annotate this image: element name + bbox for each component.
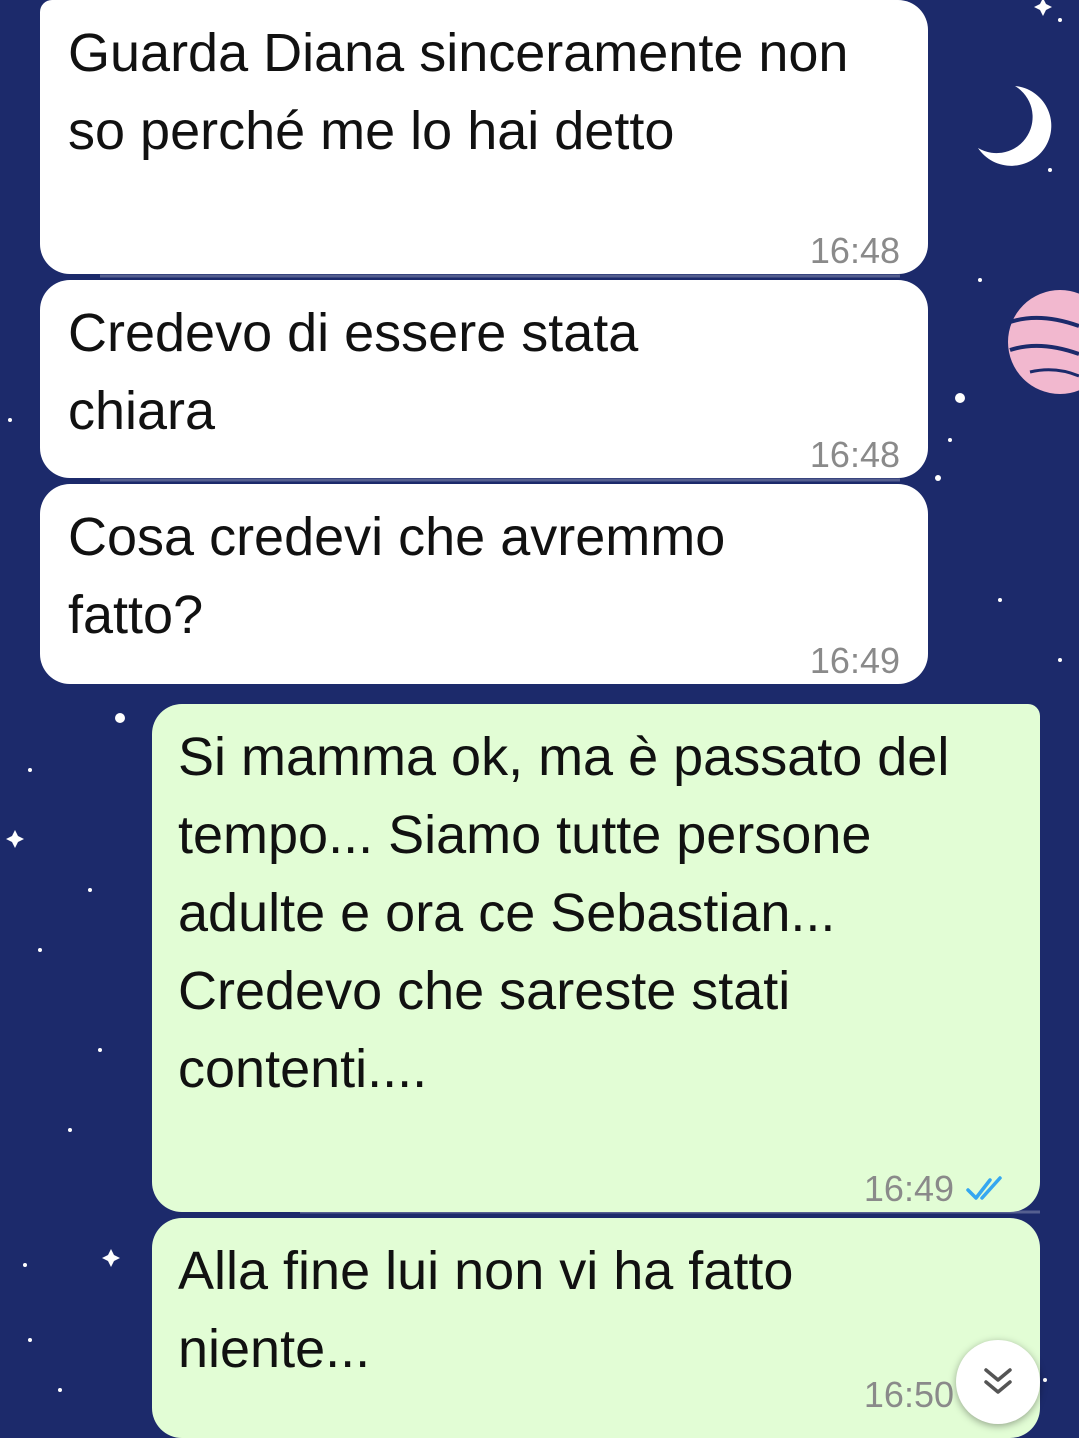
incoming-message[interactable]: Cosa credevi che avremmo fatto? 16:49 bbox=[40, 484, 928, 684]
incoming-message[interactable]: Credevo di essere stata chiara 16:48 bbox=[40, 280, 928, 478]
incoming-message[interactable]: Guarda Diana sinceramente non so perché … bbox=[40, 0, 928, 274]
message-meta: 16:48 bbox=[810, 212, 900, 290]
message-text: Si mamma ok, ma è passato del tempo... S… bbox=[178, 727, 950, 1099]
double-chevron-down-icon bbox=[984, 1368, 1012, 1394]
outgoing-message[interactable]: Alla fine lui non vi ha fatto niente... … bbox=[152, 1218, 1040, 1438]
message-time: 16:49 bbox=[809, 640, 900, 681]
message-time: 16:48 bbox=[809, 434, 900, 475]
message-text: Guarda Diana sinceramente non so perché … bbox=[68, 23, 849, 161]
double-check-read-icon bbox=[966, 1176, 1002, 1200]
message-time: 16:50 bbox=[863, 1374, 954, 1415]
message-time: 16:48 bbox=[809, 230, 900, 271]
message-meta: 16:50 bbox=[864, 1356, 954, 1434]
message-text: Cosa credevi che avremmo fatto? bbox=[68, 507, 726, 645]
message-meta: 16:49 bbox=[864, 1150, 1012, 1228]
outgoing-message[interactable]: Si mamma ok, ma è passato del tempo... S… bbox=[152, 704, 1040, 1212]
message-text: Credevo di essere stata chiara bbox=[68, 303, 639, 441]
message-text: Alla fine lui non vi ha fatto niente... bbox=[178, 1241, 794, 1379]
scroll-to-bottom-button[interactable] bbox=[956, 1340, 1040, 1424]
message-meta: 16:49 bbox=[810, 622, 900, 700]
message-time: 16:49 bbox=[863, 1168, 954, 1209]
message-meta: 16:48 bbox=[810, 416, 900, 494]
